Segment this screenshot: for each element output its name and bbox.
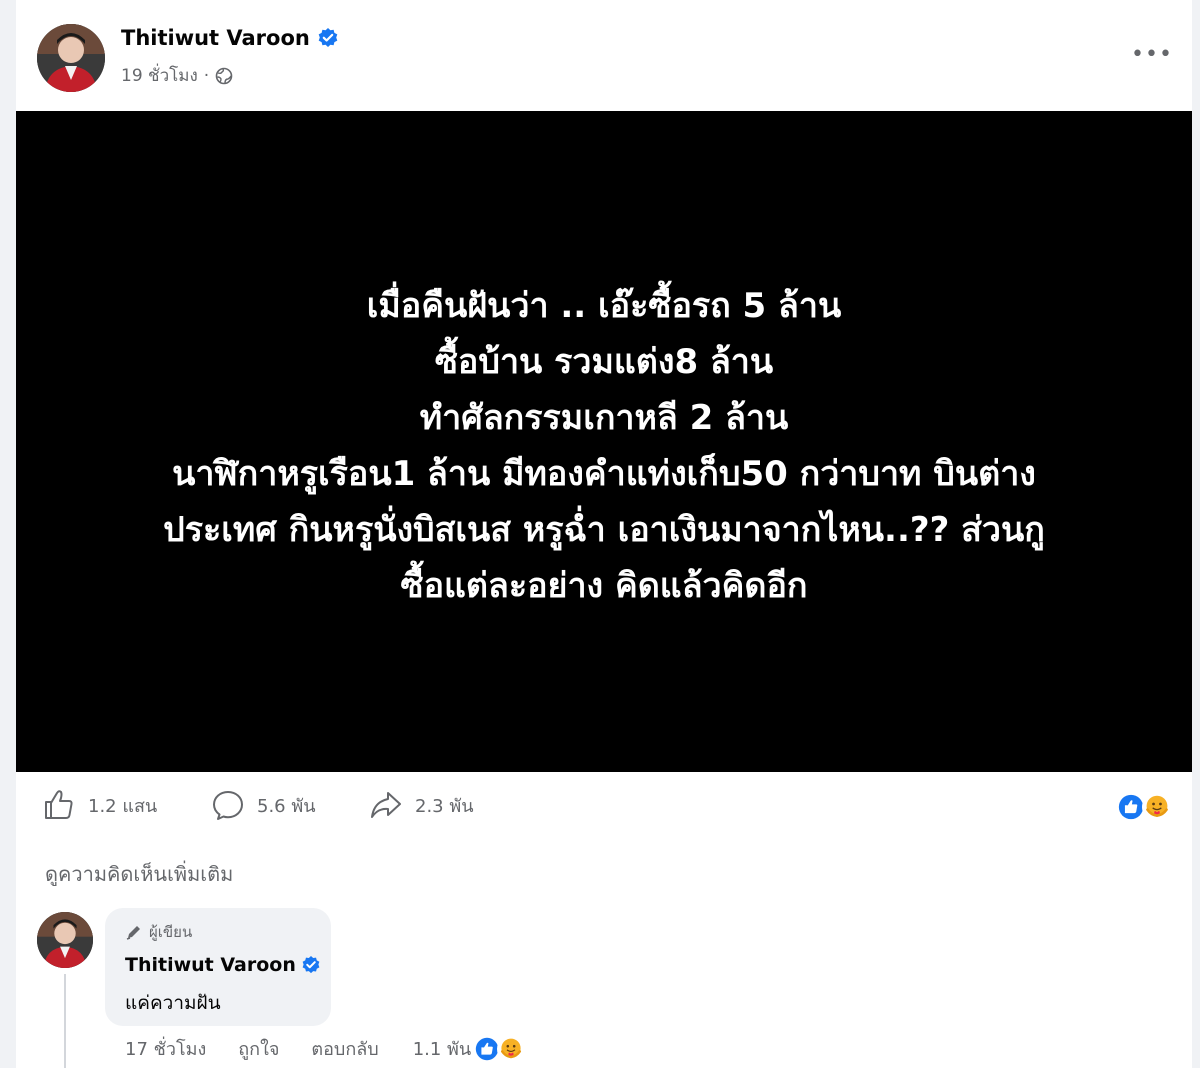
comment-reaction-count[interactable]: 1.1 พัน: [413, 1034, 472, 1063]
image-text-line: ประเทศ กินหรูนั่งบิสเนส หรูฉ่ำ เอาเงินมา…: [163, 509, 1045, 550]
post-card: Thitiwut Varoon 19 ชั่วโมง · ••• เมื่อคื…: [16, 0, 1192, 1068]
globe-icon[interactable]: [215, 67, 233, 85]
author-badge: ผู้เขียน: [125, 920, 192, 944]
post-actions: 1.2 แสน 5.6 พัน 2.3 พัน: [16, 782, 1192, 832]
more-options-button[interactable]: •••: [1131, 38, 1173, 70]
share-count: 2.3 พัน: [415, 795, 474, 817]
comment-bubble-icon: [213, 791, 243, 820]
comment-reply-button[interactable]: ตอบกลับ: [311, 1034, 378, 1063]
image-text-line: ทำศัลกรรมเกาหลี 2 ล้าน: [419, 397, 789, 438]
like-button[interactable]: 1.2 แสน: [42, 788, 157, 822]
view-more-comments-link[interactable]: ดูความคิดเห็นเพิ่มเติม: [45, 858, 233, 890]
post-timestamp[interactable]: 19 ชั่วโมง: [121, 62, 198, 89]
meta-separator: ·: [203, 65, 210, 86]
care-reaction-icon: [1142, 792, 1172, 822]
share-arrow-icon: [371, 792, 401, 818]
post-author[interactable]: Thitiwut Varoon: [121, 26, 338, 50]
comment-bubble: ผู้เขียน Thitiwut Varoon แค่ความฝัน: [105, 908, 331, 1026]
image-text-line: นาฬิกาหรูเรือน1 ล้าน มีทองคำแท่งเก็บ50 ก…: [172, 453, 1036, 494]
comment-timestamp[interactable]: 17 ชั่วโมง: [125, 1034, 206, 1063]
share-button[interactable]: 2.3 พัน: [369, 788, 474, 822]
image-text: เมื่อคืนฝันว่า .. เอ๊ะซื้อรถ 5 ล้าน ซื้อ…: [54, 278, 1154, 614]
comment-reaction-summary[interactable]: [473, 1034, 526, 1063]
comment-count: 5.6 พัน: [257, 795, 316, 817]
comment-text: แค่ความฝัน: [125, 992, 221, 1014]
comment-author-avatar[interactable]: [37, 912, 93, 968]
post-image[interactable]: เมื่อคืนฝันว่า .. เอ๊ะซื้อรถ 5 ล้าน ซื้อ…: [16, 111, 1192, 772]
post-meta: 19 ชั่วโมง ·: [121, 62, 233, 89]
author-avatar[interactable]: [37, 24, 105, 92]
image-text-line: ซื้อบ้าน รวมแต่ง8 ล้าน: [434, 341, 774, 382]
like-count: 1.2 แสน: [88, 795, 158, 817]
avatar-image: [37, 24, 105, 92]
author-badge-label: ผู้เขียน: [149, 923, 193, 941]
thumbs-up-icon: [45, 790, 73, 819]
more-horizontal-icon: •••: [1131, 41, 1173, 67]
comment-meta: 17 ชั่วโมง ถูกใจ ตอบกลับ 1.1 พัน: [125, 1034, 526, 1063]
comment-button[interactable]: 5.6 พัน: [211, 788, 316, 822]
pen-icon: [126, 926, 140, 940]
avatar-image: [37, 912, 93, 968]
post-author-name[interactable]: Thitiwut Varoon: [121, 26, 310, 50]
comment-like-button[interactable]: ถูกใจ: [238, 1034, 279, 1063]
care-reaction-icon: [497, 1034, 526, 1063]
verified-badge-icon: [318, 28, 338, 47]
image-text-line: เมื่อคืนฝันว่า .. เอ๊ะซื้อรถ 5 ล้าน: [366, 285, 842, 326]
verified-badge-icon: [302, 956, 320, 974]
reaction-summary[interactable]: [1116, 792, 1172, 822]
comment-author-name[interactable]: Thitiwut Varoon: [125, 954, 296, 976]
comment-author[interactable]: Thitiwut Varoon: [125, 954, 320, 976]
image-text-line: ซื้อแต่ละอย่าง คิดแล้วคิดอีก: [400, 565, 808, 606]
thread-line: [64, 974, 66, 1068]
